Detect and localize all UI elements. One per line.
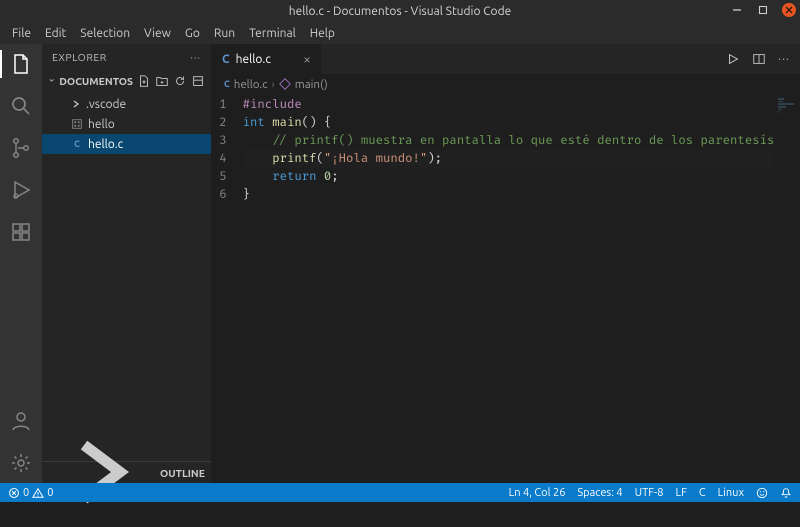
- close-tab-icon[interactable]: ×: [303, 51, 311, 67]
- breadcrumb-symbol[interactable]: main(): [295, 78, 328, 91]
- tree-item-label: .vscode: [86, 98, 126, 111]
- status-warning-count: 0: [47, 487, 53, 499]
- extensions-icon[interactable]: [9, 220, 33, 244]
- c-file-icon: C: [224, 79, 230, 89]
- window-minimize-button[interactable]: [730, 3, 744, 17]
- workspace-folder-name: DOCUMENTOS: [59, 75, 133, 87]
- symbol-method-icon: [279, 78, 291, 90]
- status-language[interactable]: C: [699, 487, 706, 499]
- gear-icon[interactable]: [9, 451, 33, 475]
- tree-item-label: hello.c: [88, 138, 123, 151]
- tree-file[interactable]: hello: [42, 114, 211, 134]
- menu-help[interactable]: Help: [304, 25, 341, 42]
- activity-bar: [0, 44, 42, 483]
- status-line-col[interactable]: Ln 4, Col 26: [509, 487, 566, 499]
- tree-item-label: hello: [88, 118, 115, 131]
- status-problems[interactable]: 0 0: [8, 487, 53, 499]
- debug-icon[interactable]: [9, 178, 33, 202]
- split-editor-icon[interactable]: [752, 52, 766, 66]
- explorer-title: EXPLORER: [52, 51, 107, 63]
- menu-edit[interactable]: Edit: [39, 25, 72, 42]
- status-os[interactable]: Linux: [718, 487, 744, 499]
- refresh-icon[interactable]: [173, 74, 187, 88]
- status-encoding[interactable]: UTF-8: [635, 487, 664, 499]
- menu-run[interactable]: Run: [208, 25, 241, 42]
- account-icon[interactable]: [9, 409, 33, 433]
- status-indent[interactable]: Spaces: 4: [577, 487, 622, 499]
- editor-tab-label: hello.c: [236, 53, 271, 66]
- code-editor[interactable]: 123456 #include int main() { // printf()…: [212, 94, 800, 483]
- window-title: hello.c - Documentos - Visual Studio Cod…: [289, 5, 511, 18]
- editor-more-icon[interactable]: ···: [778, 53, 790, 66]
- tree-folder[interactable]: .vscode: [42, 94, 211, 114]
- menu-go[interactable]: Go: [179, 25, 206, 42]
- status-error-count: 0: [23, 487, 29, 499]
- scm-icon[interactable]: [9, 136, 33, 160]
- run-icon[interactable]: [726, 52, 740, 66]
- window-close-button[interactable]: [782, 3, 796, 17]
- chevron-right-icon: ›: [272, 78, 275, 91]
- binary-file-icon: [70, 117, 84, 131]
- new-folder-icon[interactable]: [155, 74, 169, 88]
- search-icon[interactable]: [9, 94, 33, 118]
- outline-title: OUTLINE: [160, 467, 205, 479]
- collapse-icon[interactable]: [191, 74, 205, 88]
- window-maximize-button[interactable]: [756, 3, 770, 17]
- c-file-icon: C: [70, 137, 84, 151]
- explorer-more-icon[interactable]: ···: [190, 51, 201, 63]
- menu-bar: FileEditSelectionViewGoRunTerminalHelp: [0, 22, 800, 44]
- menu-selection[interactable]: Selection: [74, 25, 136, 42]
- files-icon[interactable]: [9, 52, 33, 76]
- c-file-icon: C: [222, 53, 230, 66]
- editor-group: C hello.c × ··· C hello.c › main() 12345…: [212, 44, 800, 483]
- outline-section-header[interactable]: OUTLINE: [42, 461, 211, 483]
- code-content[interactable]: #include int main() { // printf() muestr…: [237, 94, 775, 483]
- new-file-icon[interactable]: [137, 74, 151, 88]
- tree-file[interactable]: Chello.c: [42, 134, 211, 154]
- window-titlebar: hello.c - Documentos - Visual Studio Cod…: [0, 0, 800, 22]
- status-notifications-icon[interactable]: [780, 487, 792, 499]
- workspace-folder-header[interactable]: DOCUMENTOS: [42, 70, 211, 92]
- breadcrumbs[interactable]: C hello.c › main(): [212, 74, 800, 94]
- status-bar: 0 0 Ln 4, Col 26 Spaces: 4 UTF-8 LF C Li…: [0, 483, 800, 502]
- explorer-sidebar: EXPLORER ··· DOCUMENTOS .vscode hello Chel…: [42, 44, 212, 483]
- status-feedback-icon[interactable]: [756, 487, 768, 499]
- minimap[interactable]: [774, 94, 800, 483]
- editor-tab[interactable]: C hello.c ×: [212, 44, 322, 74]
- menu-view[interactable]: View: [138, 25, 177, 42]
- menu-terminal[interactable]: Terminal: [243, 25, 302, 42]
- line-number-gutter: 123456: [212, 94, 237, 483]
- breadcrumb-file[interactable]: hello.c: [234, 78, 268, 91]
- menu-file[interactable]: File: [6, 25, 37, 42]
- editor-tab-bar: C hello.c × ···: [212, 44, 800, 74]
- status-eol[interactable]: LF: [675, 487, 686, 499]
